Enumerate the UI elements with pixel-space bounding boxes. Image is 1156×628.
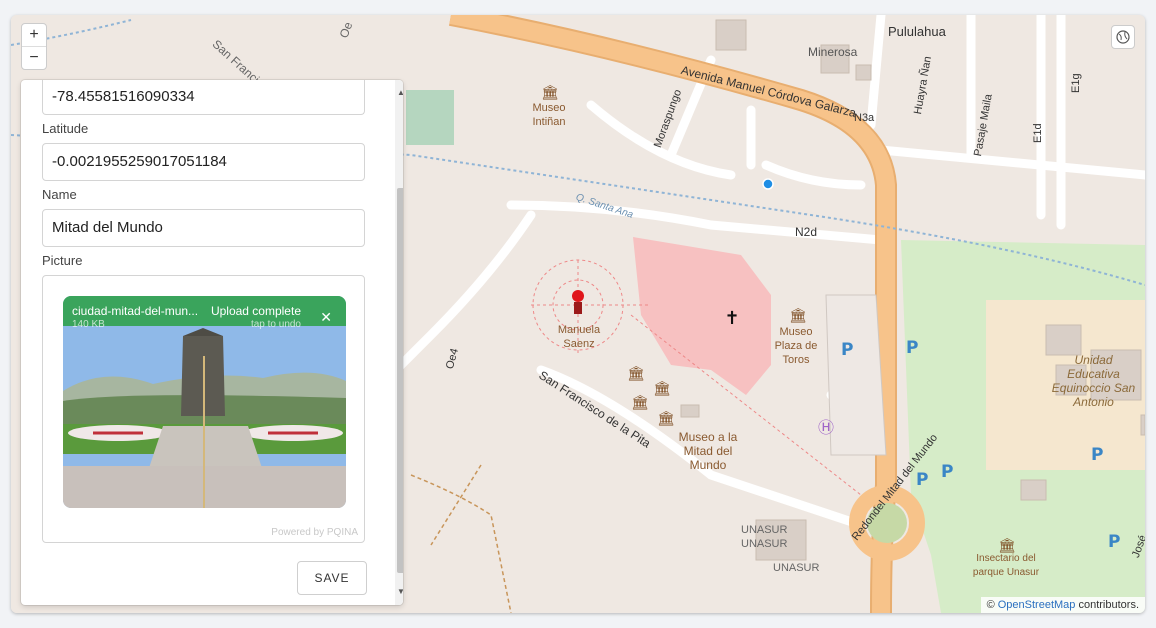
svg-text:🏛: 🏛 [657,410,675,427]
longitude-field[interactable]: -78.45581516090334 [42,80,365,115]
map-attribution: © OpenStreetMap contributors. [980,597,1145,613]
map-container[interactable]: ✝ PP PP PP 🏛 🏛 🏛 🏛 🏛 🏛 🏛 Ⓗ San Francisco… [11,15,1145,613]
globe-icon[interactable] [1111,25,1135,49]
street-label-e1d: E1d [1032,123,1044,143]
place-label-minerosa: Minerosa [808,45,858,59]
monument-photo [63,296,346,508]
poi-label-insectario: Insectario del parque Unasur [972,553,1040,578]
attribution-prefix: © [986,599,995,611]
poi-label-museo-intinan: Museo Intiñan [532,102,566,128]
poi-label-unasur-3: UNASUR [773,562,820,574]
street-label-pululahua: Pululahua [888,24,946,39]
svg-text:🏛: 🏛 [631,394,649,411]
zoom-in-button[interactable]: + [22,24,46,46]
zoom-out-button[interactable]: − [22,46,46,69]
street-label-n2d: N2d [795,225,818,239]
svg-text:P: P [841,340,853,360]
zoom-control: + − [21,23,47,70]
poi-label-manuela: Manuela Saenz [557,324,601,350]
poi-label-unasur-1: UNASUR [741,524,788,536]
scroll-up-icon[interactable]: ▲ [396,88,403,98]
attribution-suffix: contributors. [1078,599,1139,611]
svg-text:🏛: 🏛 [541,84,559,101]
svg-text:Ⓗ: Ⓗ [818,418,834,437]
location-form-panel: -78.45581516090334 Latitude -0.002195525… [21,80,403,605]
svg-text:✝: ✝ [724,308,739,329]
svg-text:P: P [1091,445,1103,465]
location-dot [762,178,774,190]
name-label: Name [42,187,77,202]
svg-text:🏛: 🏛 [627,365,645,382]
picture-upload-box[interactable]: ciudad-mitad-del-mun... 140 KB Upload co… [42,275,365,543]
uploaded-image-preview: ciudad-mitad-del-mun... 140 KB Upload co… [63,296,346,508]
upload-undo-hint[interactable]: tap to undo [251,319,301,330]
map-pin-icon [572,290,584,302]
attribution-link[interactable]: OpenStreetMap [998,599,1076,611]
upload-status: Upload complete [210,304,301,318]
upload-file-size: 140 KB [72,319,105,330]
latitude-label: Latitude [42,121,89,136]
save-button[interactable]: SAVE [297,561,367,595]
poi-label-unidad-educativa: Unidad Educativa Equinoccio San Antonio [1051,353,1136,409]
latitude-field[interactable]: -0.0021955259017051184 [42,143,365,181]
street-label-e1g: E1g [1070,73,1082,93]
scrollbar-thumb[interactable] [397,188,403,573]
picture-label: Picture [42,253,83,268]
powered-by-label: Powered by PQINA [271,527,358,538]
scroll-down-icon[interactable]: ▼ [396,587,403,597]
svg-text:P: P [906,338,918,358]
name-field[interactable]: Mitad del Mundo [42,209,365,247]
poi-label-museo-mitad: Museo a la Mitad del Mundo [678,430,738,472]
close-icon[interactable]: ✕ [320,309,332,326]
svg-text:🏛: 🏛 [789,307,807,324]
poi-label-museo-plaza: Museo Plaza de Toros [774,326,818,366]
street-label-n3a: N3a [854,112,875,124]
svg-text:P: P [1108,532,1120,552]
svg-text:P: P [941,462,953,482]
poi-label-unasur-2: UNASUR [741,538,788,550]
upload-file-name: ciudad-mitad-del-mun... [72,304,199,318]
svg-text:P: P [916,470,928,490]
svg-text:🏛: 🏛 [653,380,671,397]
